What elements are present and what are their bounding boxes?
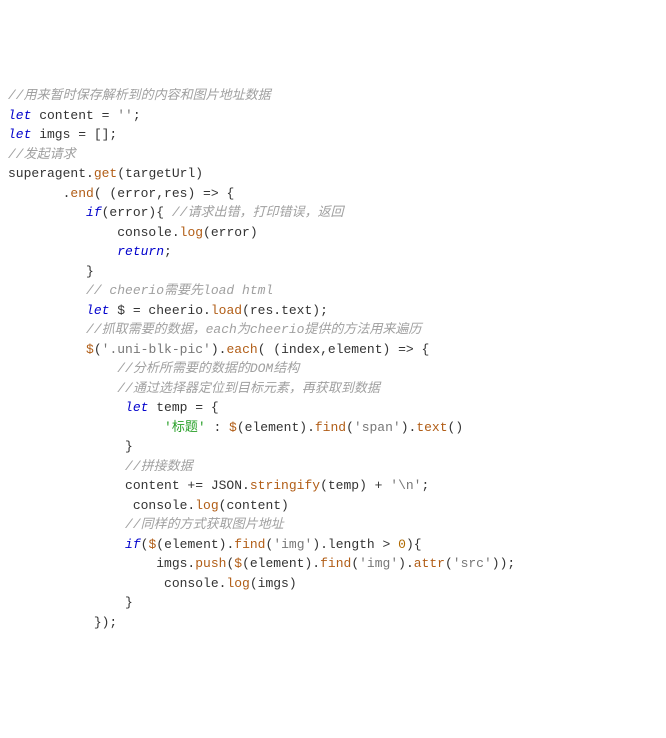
comment: //发起请求 xyxy=(8,147,76,162)
string: 'img' xyxy=(359,556,398,571)
dollar: $ xyxy=(229,420,237,435)
string: 'src' xyxy=(453,556,492,571)
method-attr: attr xyxy=(414,556,445,571)
code-line: if($(element).find('img').length > 0){ xyxy=(8,535,658,555)
code-line: let temp = { xyxy=(8,398,658,418)
keyword-let: let xyxy=(125,400,148,415)
method-text: text xyxy=(416,420,447,435)
code-line: superagent.get(targetUrl) xyxy=(8,164,658,184)
method-load: load xyxy=(211,303,242,318)
code-line: $('.uni-blk-pic').each( (index,element) … xyxy=(8,340,658,360)
code-line: //发起请求 xyxy=(8,145,658,165)
method-find: find xyxy=(320,556,351,571)
method-find: find xyxy=(234,537,265,552)
method-end: end xyxy=(70,186,93,201)
dollar: $ xyxy=(234,556,242,571)
code-line: }); xyxy=(8,613,658,633)
string: 'img' xyxy=(273,537,312,552)
string-key: '标题' xyxy=(164,420,206,435)
code-block: //用来暂时保存解析到的内容和图片地址数据let content = '';le… xyxy=(8,86,658,632)
dollar: $ xyxy=(86,342,94,357)
keyword-let: let xyxy=(8,108,31,123)
comment: //拼接数据 xyxy=(125,459,193,474)
code-line: //同样的方式获取图片地址 xyxy=(8,515,658,535)
string: 'span' xyxy=(354,420,401,435)
code-line: console.log(content) xyxy=(8,496,658,516)
code-line: let content = ''; xyxy=(8,106,658,126)
comment: //请求出错，打印错误，返回 xyxy=(172,205,344,220)
keyword-return: return xyxy=(117,244,164,259)
method-find: find xyxy=(315,420,346,435)
comment: // cheerio需要先load html xyxy=(86,283,273,298)
code-line: console.log(error) xyxy=(8,223,658,243)
comment: //分析所需要的数据的DOM结构 xyxy=(117,361,299,376)
method-get: get xyxy=(94,166,117,181)
code-line: .end( (error,res) => { xyxy=(8,184,658,204)
string: '.uni-blk-pic' xyxy=(102,342,211,357)
code-line: if(error){ //请求出错，打印错误，返回 xyxy=(8,203,658,223)
method-each: each xyxy=(226,342,257,357)
keyword-if: if xyxy=(86,205,102,220)
code-line: return; xyxy=(8,242,658,262)
method-stringify: stringify xyxy=(250,478,320,493)
method-log: log xyxy=(180,225,203,240)
code-line: content += JSON.stringify(temp) + '\n'; xyxy=(8,476,658,496)
method-log: log xyxy=(226,576,249,591)
keyword-let: let xyxy=(86,303,109,318)
code-line: '标题' : $(element).find('span').text() xyxy=(8,418,658,438)
code-line: imgs.push($(element).find('img').attr('s… xyxy=(8,554,658,574)
code-line: //用来暂时保存解析到的内容和图片地址数据 xyxy=(8,86,658,106)
number: 0 xyxy=(398,537,406,552)
keyword-if: if xyxy=(125,537,141,552)
comment: //同样的方式获取图片地址 xyxy=(125,517,284,532)
code-line: } xyxy=(8,262,658,282)
code-line: console.log(imgs) xyxy=(8,574,658,594)
code-line: //分析所需要的数据的DOM结构 xyxy=(8,359,658,379)
code-line: // cheerio需要先load html xyxy=(8,281,658,301)
comment: //抓取需要的数据，each为cheerio提供的方法用来遍历 xyxy=(86,322,421,337)
code-line: } xyxy=(8,593,658,613)
code-line: let $ = cheerio.load(res.text); xyxy=(8,301,658,321)
keyword-let: let xyxy=(8,127,31,142)
code-line: let imgs = []; xyxy=(8,125,658,145)
code-line: //拼接数据 xyxy=(8,457,658,477)
code-line: } xyxy=(8,437,658,457)
comment: //通过选择器定位到目标元素，再获取到数据 xyxy=(117,381,380,396)
code-line: //抓取需要的数据，each为cheerio提供的方法用来遍历 xyxy=(8,320,658,340)
method-push: push xyxy=(195,556,226,571)
method-log: log xyxy=(195,498,218,513)
code-line: //通过选择器定位到目标元素，再获取到数据 xyxy=(8,379,658,399)
comment: //用来暂时保存解析到的内容和图片地址数据 xyxy=(8,88,271,103)
string: '\n' xyxy=(390,478,421,493)
